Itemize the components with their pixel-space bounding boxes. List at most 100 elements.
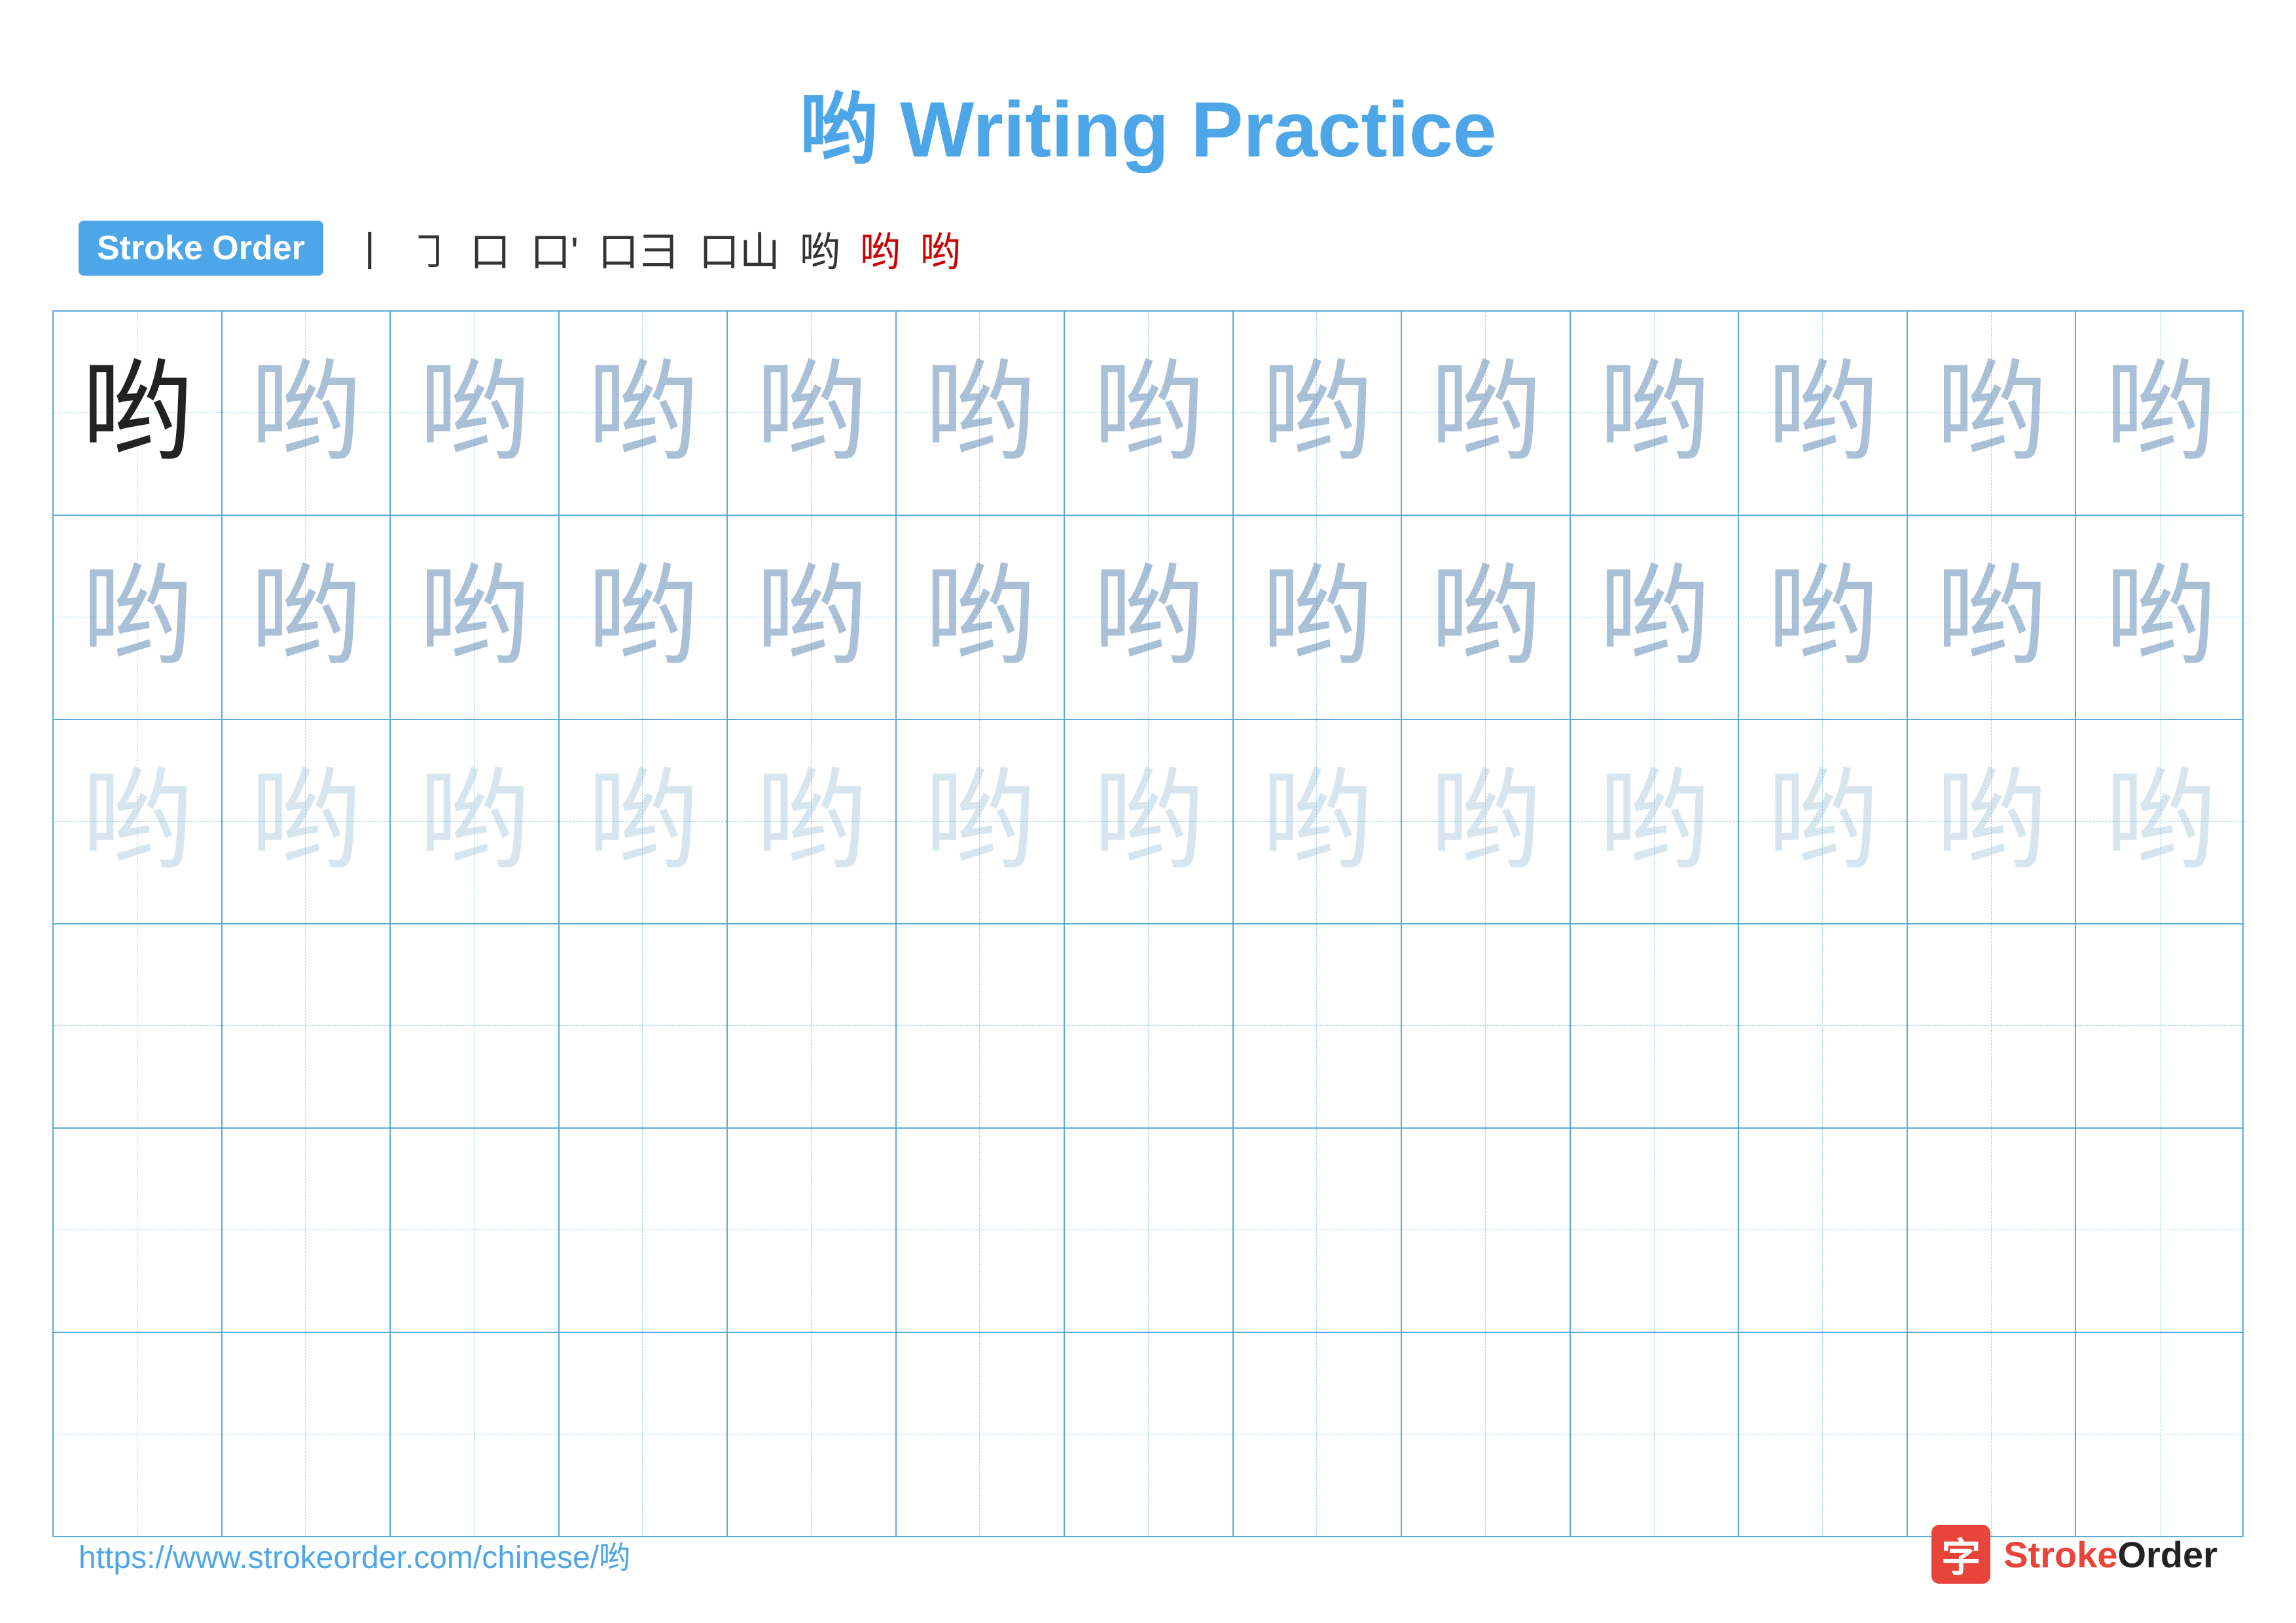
cell-2-6: 哟 — [897, 516, 1066, 719]
grid-row-5 — [54, 1129, 2242, 1333]
stroke-sequence: 丨 ㇆ 口 口' 口⺕ 口山 哟 哟 哟 — [350, 219, 961, 278]
cell-3-4: 哟 — [560, 720, 728, 923]
grid-row-1: 哟 哟 哟 哟 哟 哟 哟 哟 哟 哟 哟 哟 哟 — [54, 312, 2242, 516]
char-1-5: 哟 — [756, 357, 867, 469]
cell-5-2[interactable] — [223, 1129, 391, 1332]
cell-1-2: 哟 — [223, 312, 391, 515]
cell-4-5[interactable] — [728, 924, 897, 1127]
cell-5-12[interactable] — [1908, 1129, 2077, 1332]
cell-5-10[interactable] — [1571, 1129, 1740, 1332]
char-2-12: 哟 — [1936, 562, 2047, 673]
grid-row-3: 哟 哟 哟 哟 哟 哟 哟 哟 哟 哟 哟 哟 哟 — [54, 720, 2242, 924]
stroke-step-7: 哟 — [800, 219, 840, 278]
char-1-3: 哟 — [419, 357, 530, 469]
cell-6-7[interactable] — [1065, 1333, 1234, 1536]
stroke-step-4: 口' — [530, 219, 579, 278]
stroke-step-3: 口 — [470, 219, 511, 278]
cell-4-1[interactable] — [54, 924, 223, 1127]
cell-6-9[interactable] — [1402, 1333, 1571, 1536]
cell-4-13[interactable] — [2076, 924, 2245, 1127]
stroke-order-badge: Stroke Order — [79, 221, 323, 276]
cell-6-3[interactable] — [391, 1333, 560, 1536]
cell-4-2[interactable] — [223, 924, 391, 1127]
cell-4-9[interactable] — [1402, 924, 1571, 1127]
cell-4-10[interactable] — [1571, 924, 1740, 1127]
char-3-9: 哟 — [1430, 766, 1541, 877]
cell-6-10[interactable] — [1571, 1333, 1740, 1536]
cell-2-3: 哟 — [391, 516, 560, 719]
char-3-7: 哟 — [1093, 766, 1204, 877]
cell-5-3[interactable] — [391, 1129, 560, 1332]
cell-6-5[interactable] — [728, 1333, 897, 1536]
cell-5-9[interactable] — [1402, 1129, 1571, 1332]
char-2-7: 哟 — [1093, 562, 1204, 673]
cell-1-4: 哟 — [560, 312, 728, 515]
cell-5-8[interactable] — [1234, 1129, 1403, 1332]
grid-row-6 — [54, 1333, 2242, 1536]
cell-3-2: 哟 — [223, 720, 391, 923]
char-3-1: 哟 — [82, 766, 193, 877]
title-english: Writing Practice — [900, 86, 1496, 173]
cell-1-9: 哟 — [1402, 312, 1571, 515]
cell-5-11[interactable] — [1739, 1129, 1908, 1332]
cell-2-9: 哟 — [1402, 516, 1571, 719]
cell-5-1[interactable] — [54, 1129, 223, 1332]
stroke-step-6: 口山 — [699, 219, 780, 278]
cell-4-11[interactable] — [1739, 924, 1908, 1127]
cell-4-12[interactable] — [1908, 924, 2077, 1127]
cell-6-8[interactable] — [1234, 1333, 1403, 1536]
cell-5-4[interactable] — [560, 1129, 728, 1332]
footer-logo: 字 StrokeOrder — [1931, 1525, 2217, 1584]
cell-1-3: 哟 — [391, 312, 560, 515]
stroke-step-5: 口⺕ — [598, 219, 679, 278]
cell-4-4[interactable] — [560, 924, 728, 1127]
cell-2-5: 哟 — [728, 516, 897, 719]
cell-6-4[interactable] — [560, 1333, 728, 1536]
cell-1-13: 哟 — [2076, 312, 2245, 515]
cell-2-1: 哟 — [54, 516, 223, 719]
cell-4-3[interactable] — [391, 924, 560, 1127]
stroke-order-row: Stroke Order 丨 ㇆ 口 口' 口⺕ 口山 哟 哟 哟 — [0, 219, 2296, 278]
cell-6-2[interactable] — [223, 1333, 391, 1536]
cell-2-11: 哟 — [1739, 516, 1908, 719]
cell-4-7[interactable] — [1065, 924, 1234, 1127]
cell-4-6[interactable] — [897, 924, 1066, 1127]
cell-6-1[interactable] — [54, 1333, 223, 1536]
char-2-9: 哟 — [1430, 562, 1541, 673]
logo-icon: 字 — [1931, 1525, 1990, 1584]
cell-2-7: 哟 — [1065, 516, 1234, 719]
cell-2-2: 哟 — [223, 516, 391, 719]
char-1-9: 哟 — [1430, 357, 1541, 469]
cell-1-7: 哟 — [1065, 312, 1234, 515]
cell-1-8: 哟 — [1234, 312, 1403, 515]
footer-url: https://www.strokeorder.com/chinese/哟 — [79, 1531, 630, 1577]
cell-6-6[interactable] — [897, 1333, 1066, 1536]
cell-2-8: 哟 — [1234, 516, 1403, 719]
cell-1-11: 哟 — [1739, 312, 1908, 515]
cell-4-8[interactable] — [1234, 924, 1403, 1127]
cell-5-5[interactable] — [728, 1129, 897, 1332]
grid-row-2: 哟 哟 哟 哟 哟 哟 哟 哟 哟 哟 哟 哟 哟 — [54, 516, 2242, 720]
char-1-4: 哟 — [587, 357, 698, 469]
char-1-13: 哟 — [2105, 357, 2216, 469]
char-1-11: 哟 — [1767, 357, 1878, 469]
cell-1-12: 哟 — [1908, 312, 2077, 515]
cell-6-11[interactable] — [1739, 1333, 1908, 1536]
cell-5-6[interactable] — [897, 1129, 1066, 1332]
practice-grid: 哟 哟 哟 哟 哟 哟 哟 哟 哟 哟 哟 哟 哟 哟 哟 哟 哟 哟 哟 哟 … — [52, 310, 2244, 1537]
cell-3-3: 哟 — [391, 720, 560, 923]
cell-1-5: 哟 — [728, 312, 897, 515]
cell-5-13[interactable] — [2076, 1129, 2245, 1332]
char-2-3: 哟 — [419, 562, 530, 673]
page-title: 哟 Writing Practice — [0, 0, 2296, 219]
stroke-step-9: 哟 — [920, 219, 961, 278]
char-2-2: 哟 — [250, 562, 361, 673]
cell-2-4: 哟 — [560, 516, 728, 719]
cell-6-12[interactable] — [1908, 1333, 2077, 1536]
cell-3-8: 哟 — [1234, 720, 1403, 923]
char-1-8: 哟 — [1261, 357, 1372, 469]
cell-6-13[interactable] — [2076, 1333, 2245, 1536]
char-1-7: 哟 — [1093, 357, 1204, 469]
cell-5-7[interactable] — [1065, 1129, 1234, 1332]
cell-1-1: 哟 — [54, 312, 223, 515]
